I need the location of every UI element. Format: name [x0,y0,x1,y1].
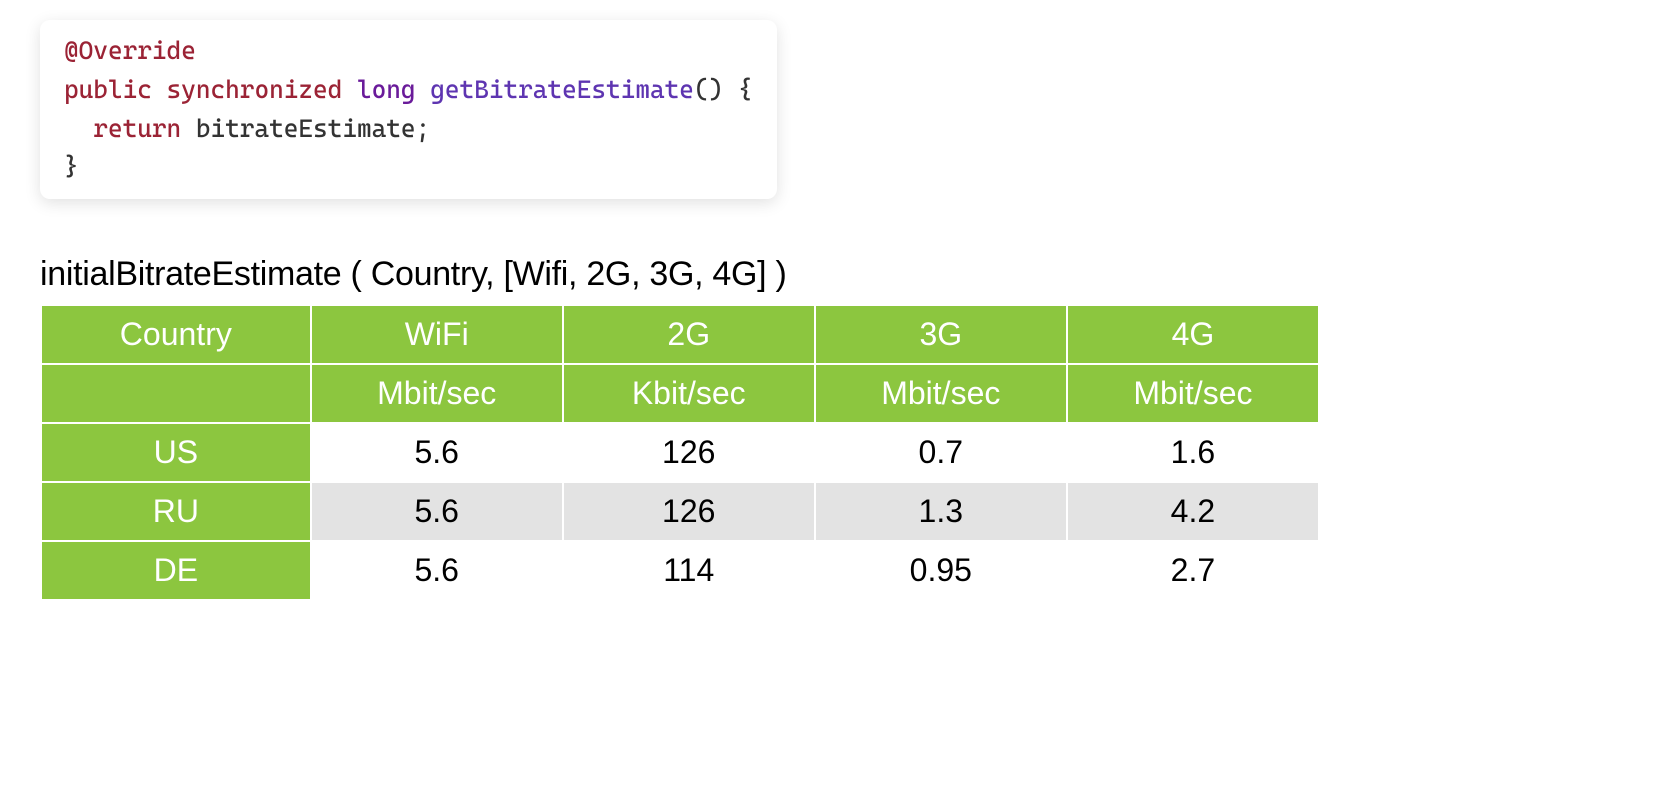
unit-2g: Kbit/sec [564,365,814,422]
code-snippet: @Override public synchronized long getBi… [40,20,777,199]
unit-blank [42,365,310,422]
code-annotation: @Override [64,36,196,65]
code-keyword-public: public [64,75,152,104]
cell-wifi: 5.6 [312,483,562,540]
code-keyword-synchronized: synchronized [167,75,343,104]
table-header-row: Country WiFi 2G 3G 4G [42,306,1318,363]
col-header-wifi: WiFi [312,306,562,363]
cell-2g: 126 [564,424,814,481]
row-country: RU [42,483,310,540]
cell-2g: 114 [564,542,814,599]
row-country: DE [42,542,310,599]
code-keyword-long: long [357,75,416,104]
table-row: US 5.6 126 0.7 1.6 [42,424,1318,481]
code-return-value: bitrateEstimate; [181,114,430,143]
code-close-brace: } [64,152,79,181]
table-row: DE 5.6 114 0.95 2.7 [42,542,1318,599]
cell-3g: 1.3 [816,483,1066,540]
code-parens: () { [694,75,753,104]
cell-2g: 126 [564,483,814,540]
cell-3g: 0.7 [816,424,1066,481]
code-line-4: } [64,148,753,187]
table-title: initialBitrateEstimate ( Country, [Wifi,… [40,255,1617,294]
cell-4g: 1.6 [1068,424,1318,481]
cell-3g: 0.95 [816,542,1066,599]
cell-wifi: 5.6 [312,542,562,599]
cell-4g: 2.7 [1068,542,1318,599]
col-header-3g: 3G [816,306,1066,363]
code-method-name: getBitrateEstimate [430,75,694,104]
bitrate-table: Country WiFi 2G 3G 4G Mbit/sec Kbit/sec … [40,304,1320,601]
col-header-4g: 4G [1068,306,1318,363]
col-header-country: Country [42,306,310,363]
cell-wifi: 5.6 [312,424,562,481]
row-country: US [42,424,310,481]
table-unit-row: Mbit/sec Kbit/sec Mbit/sec Mbit/sec [42,365,1318,422]
col-header-2g: 2G [564,306,814,363]
code-keyword-return: return [93,114,181,143]
table-row: RU 5.6 126 1.3 4.2 [42,483,1318,540]
code-line-3: return bitrateEstimate; [64,110,753,149]
unit-4g: Mbit/sec [1068,365,1318,422]
code-line-1: @Override [64,32,753,71]
cell-4g: 4.2 [1068,483,1318,540]
unit-wifi: Mbit/sec [312,365,562,422]
code-line-2: public synchronized long getBitrateEstim… [64,71,753,110]
unit-3g: Mbit/sec [816,365,1066,422]
